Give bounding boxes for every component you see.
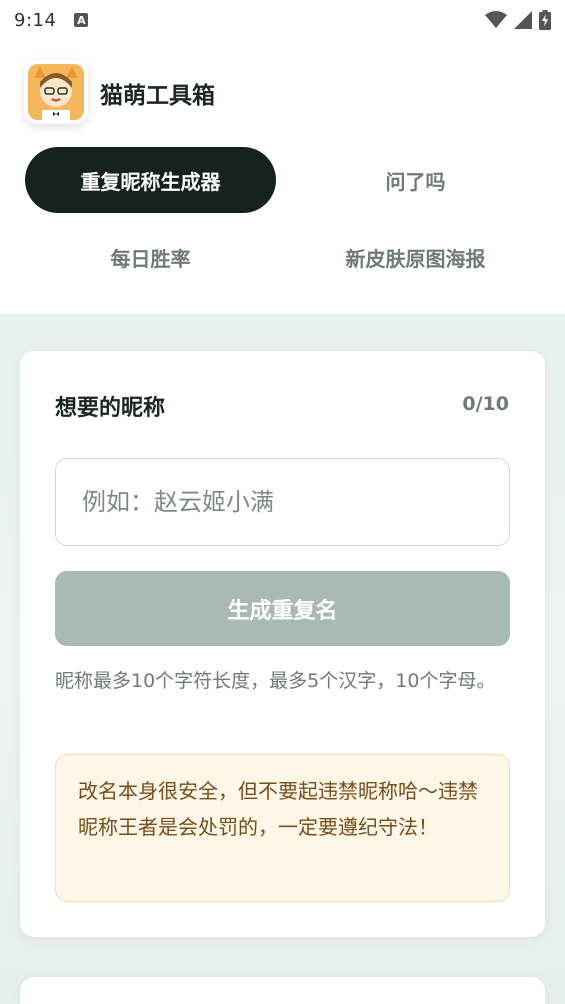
tab-duplicate-nickname-generator[interactable]: 重复昵称生成器 — [25, 147, 276, 213]
warning-notice: 改名本身很安全，但不要起违禁昵称哈～违禁昵称王者是会处罚的，一定要遵纪守法！ — [55, 754, 510, 902]
generate-button[interactable]: 生成重复名 — [55, 571, 510, 646]
status-time: 9:14 — [14, 9, 57, 31]
nickname-card: 想要的昵称 0/10 生成重复名 昵称最多10个字符长度，最多5个汉字，10个字… — [20, 351, 545, 937]
notification-icon: A — [74, 13, 89, 27]
char-count: 0/10 — [462, 393, 509, 415]
main-content: 想要的昵称 0/10 生成重复名 昵称最多10个字符长度，最多5个汉字，10个字… — [0, 315, 565, 1004]
nickname-input[interactable] — [55, 458, 510, 546]
tab-daily-win-rate[interactable]: 每日胜率 — [25, 224, 276, 290]
card-title: 想要的昵称 — [55, 396, 166, 421]
tab-wen-le-ma[interactable]: 问了吗 — [290, 147, 541, 213]
length-hint: 昵称最多10个字符长度，最多5个汉字，10个字母。 — [55, 670, 496, 692]
status-icons — [485, 10, 551, 30]
app-logo — [24, 60, 88, 124]
cellular-signal-icon — [514, 11, 532, 29]
status-bar: 9:14 A — [0, 0, 565, 40]
app-header: 猫萌工具箱 重复昵称生成器 问了吗 每日胜率 新皮肤原图海报 — [0, 40, 565, 315]
app-title: 猫萌工具箱 — [100, 83, 215, 109]
secondary-card — [20, 977, 545, 1004]
battery-icon — [539, 10, 551, 30]
tab-new-skin-poster[interactable]: 新皮肤原图海报 — [290, 224, 541, 290]
cat-mascot-icon — [28, 64, 84, 120]
wifi-icon — [485, 11, 507, 28]
